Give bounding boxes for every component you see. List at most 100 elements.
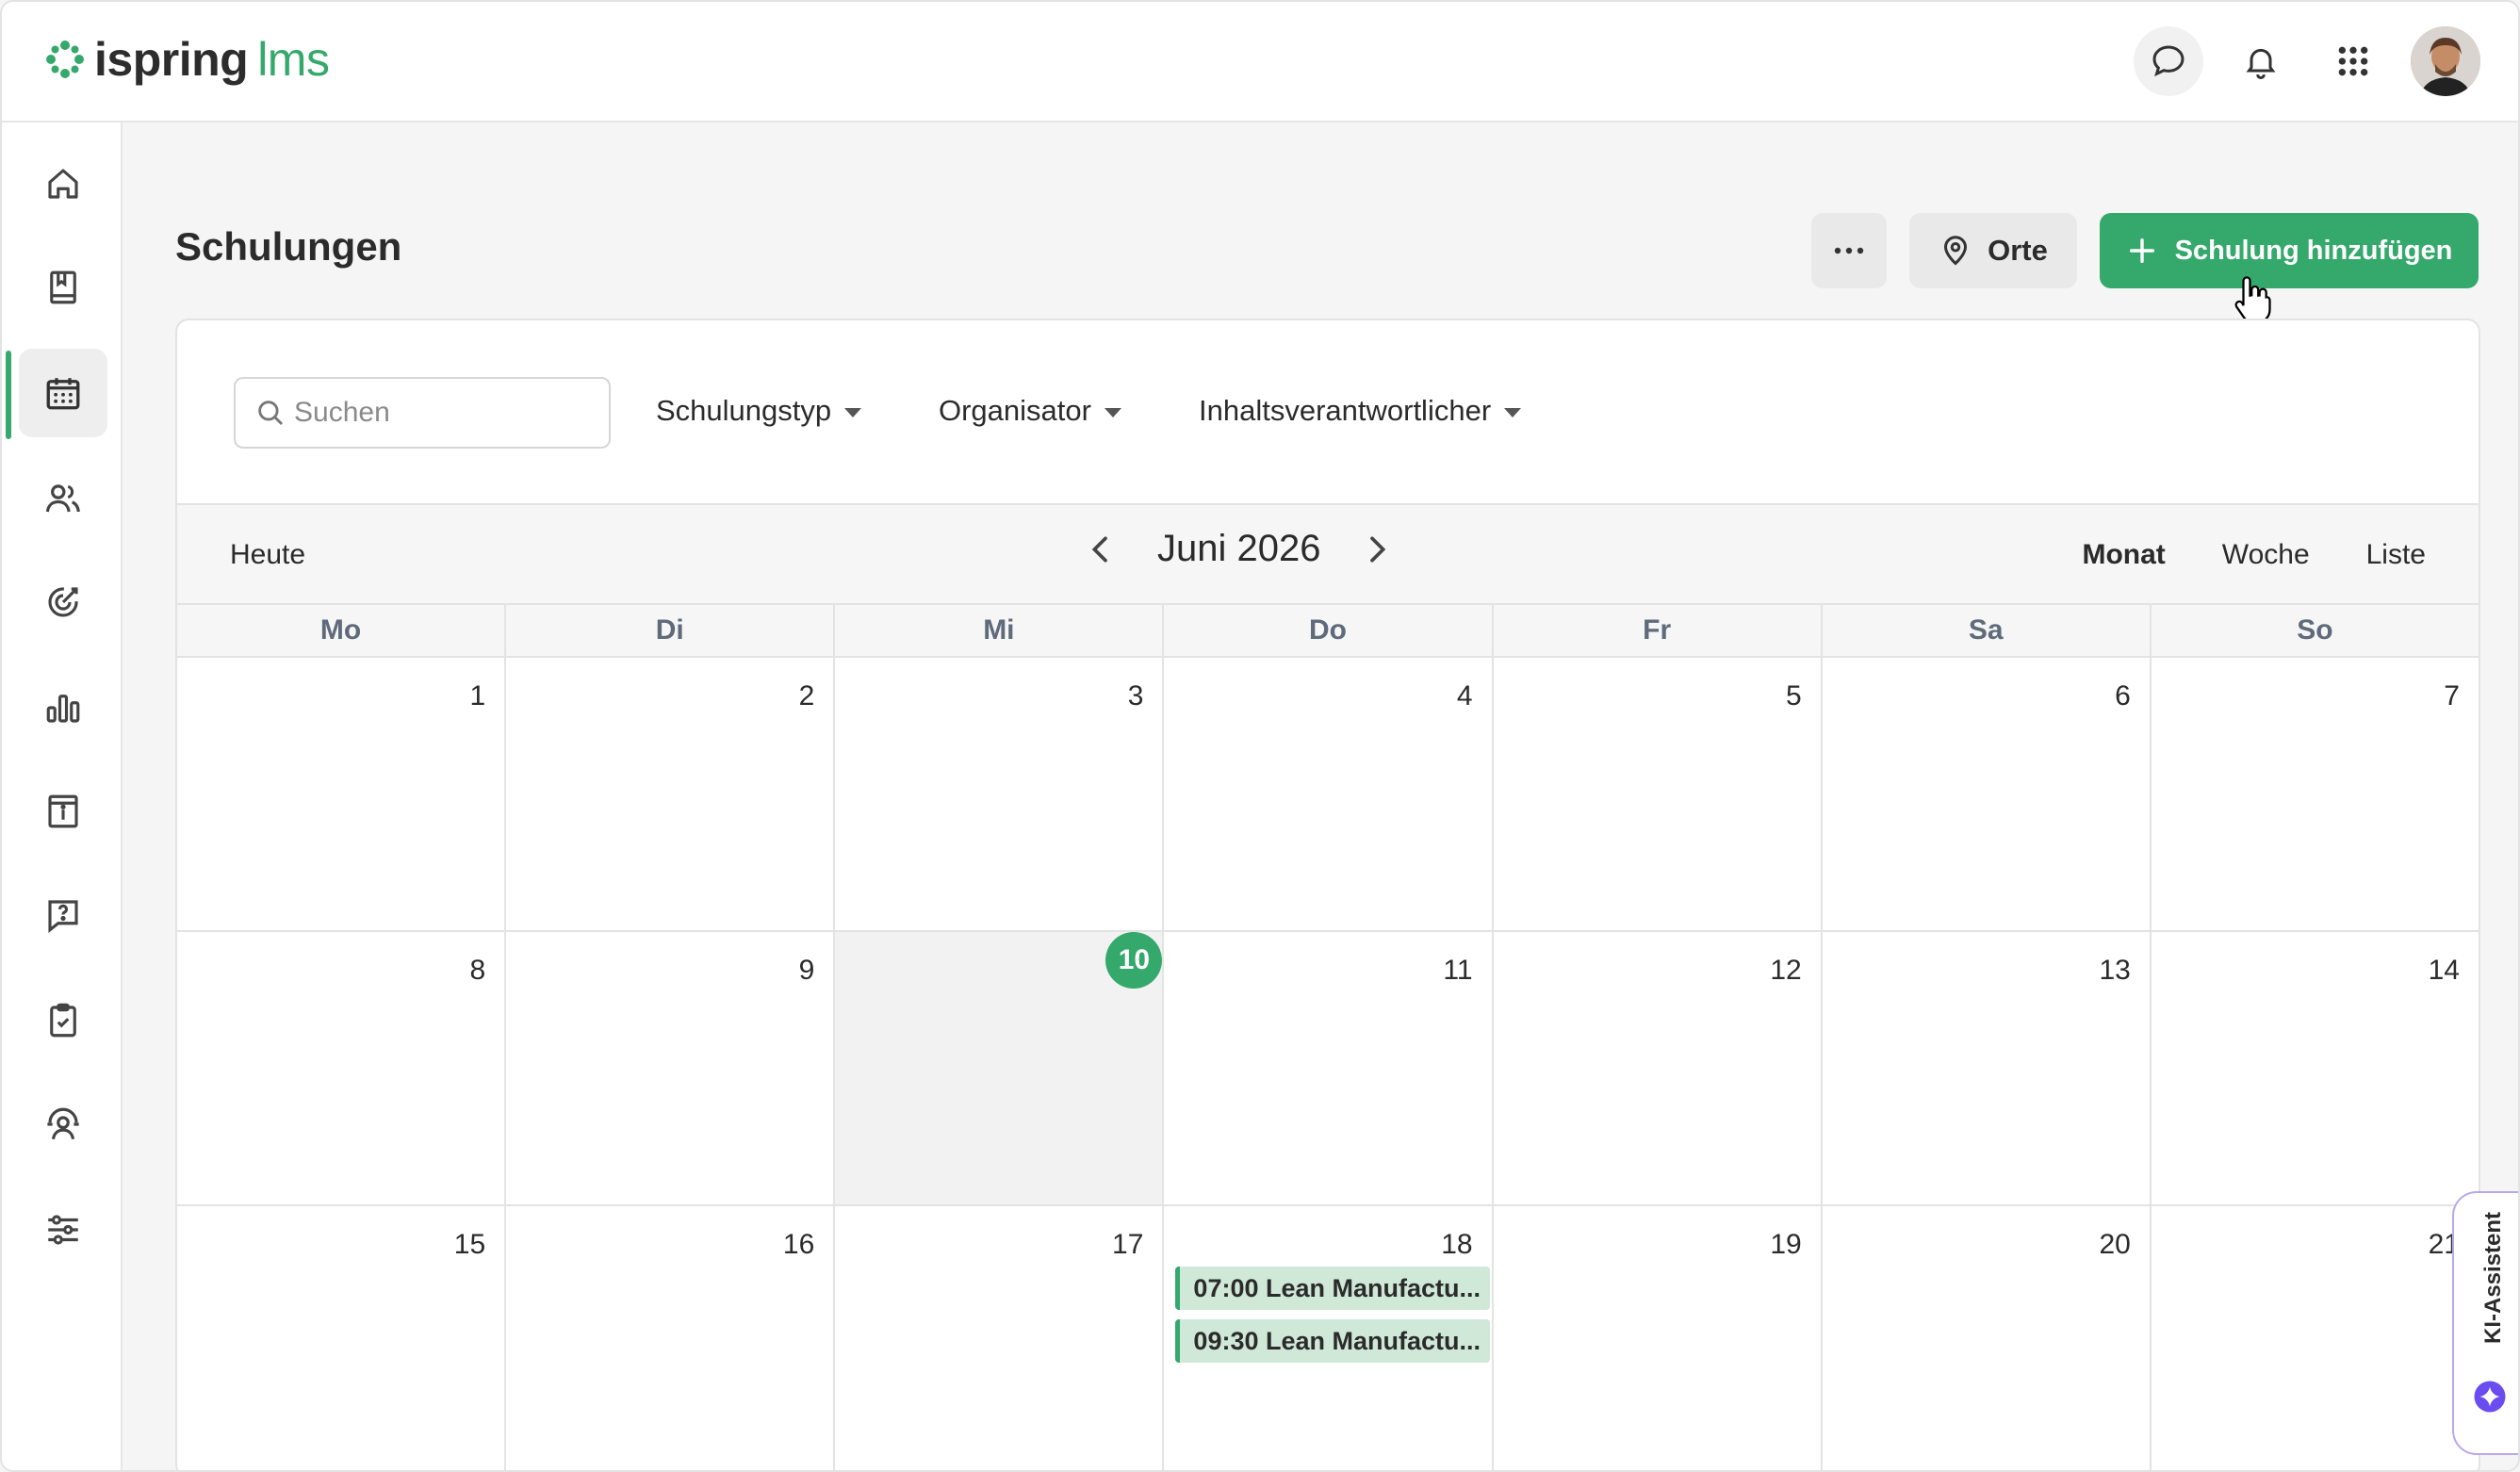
reports-chart-icon bbox=[46, 695, 80, 723]
sidebar-item-home[interactable] bbox=[19, 139, 107, 228]
weekday-so: So bbox=[2297, 614, 2333, 646]
calendar-day[interactable]: 1 bbox=[177, 658, 507, 930]
sidebar-item-info[interactable] bbox=[19, 767, 107, 856]
sidebar-item-reports[interactable] bbox=[19, 663, 107, 752]
filter-content-owner[interactable]: Inhaltsverantwortlicher bbox=[1199, 394, 1522, 428]
plus-icon bbox=[2129, 237, 2154, 264]
sidebar-item-help[interactable] bbox=[19, 871, 107, 959]
active-indicator bbox=[6, 351, 11, 439]
calendar-day[interactable]: 16 bbox=[506, 1206, 836, 1470]
search-box[interactable] bbox=[234, 377, 611, 449]
view-list[interactable]: Liste bbox=[2366, 539, 2426, 571]
brand-name: ispring bbox=[94, 33, 249, 86]
weekday-do: Do bbox=[1164, 605, 1494, 656]
calendar-event[interactable]: 07:00 Lean Manufactu... bbox=[1175, 1267, 1490, 1310]
month-navigation: Juni 2026 bbox=[1082, 528, 1396, 570]
next-month-button[interactable] bbox=[1358, 531, 1396, 568]
day-number: 20 bbox=[2099, 1229, 2131, 1260]
calendar-day[interactable]: 20 bbox=[1823, 1206, 2152, 1470]
today-button[interactable]: Heute bbox=[230, 539, 305, 571]
day-number: 2 bbox=[798, 680, 815, 711]
day-number: 15 bbox=[453, 1229, 486, 1260]
top-bar: ispring lms bbox=[2, 2, 2518, 123]
previous-month-button[interactable] bbox=[1082, 531, 1120, 568]
bell-icon bbox=[2246, 48, 2276, 79]
search-input[interactable] bbox=[294, 397, 596, 429]
user-avatar[interactable] bbox=[2411, 26, 2480, 96]
day-number: 18 bbox=[1441, 1229, 1473, 1260]
home-icon bbox=[48, 169, 78, 199]
filter-content-owner-label: Inhaltsverantwortlicher bbox=[1199, 394, 1492, 427]
calendar-day[interactable]: 15 bbox=[177, 1206, 507, 1470]
calendar-day[interactable]: 19 bbox=[1494, 1206, 1823, 1470]
calendar-week: 8 9 10 11 12 13 14 bbox=[177, 932, 2479, 1206]
calendar-day[interactable]: 6 bbox=[1823, 658, 2152, 930]
help-chat-icon bbox=[48, 900, 78, 934]
calendar-card: Schulungstyp Organisator Inhaltsverantwo… bbox=[175, 319, 2480, 1470]
view-week[interactable]: Woche bbox=[2222, 539, 2310, 571]
calendar-day-today[interactable]: 10 bbox=[835, 932, 1165, 1204]
sidebar-item-coaching[interactable] bbox=[19, 1080, 107, 1169]
sidebar-item-courses[interactable] bbox=[19, 243, 107, 332]
apps-grid-icon bbox=[2338, 46, 2368, 76]
calendar-day[interactable]: 2 bbox=[506, 658, 836, 930]
view-month[interactable]: Monat bbox=[2082, 539, 2165, 571]
calendar-day[interactable]: 9 bbox=[506, 932, 836, 1204]
page-title: Schulungen bbox=[175, 224, 402, 269]
sidebar-item-users[interactable] bbox=[19, 454, 107, 543]
chat-button[interactable] bbox=[2134, 26, 2203, 96]
more-options-button[interactable] bbox=[1811, 213, 1887, 288]
sidebar bbox=[2, 123, 123, 1470]
locations-button[interactable]: Orte bbox=[1909, 213, 2077, 288]
calendar-day[interactable]: 21 bbox=[2152, 1206, 2479, 1470]
sidebar-item-settings[interactable] bbox=[19, 1186, 107, 1274]
ai-assistant-tab[interactable]: KI-Assistent bbox=[2452, 1191, 2518, 1455]
chat-icon bbox=[2152, 45, 2185, 77]
sidebar-item-tasks[interactable] bbox=[19, 976, 107, 1065]
add-training-label: Schulung hinzufügen bbox=[2174, 235, 2453, 266]
add-training-button[interactable]: Schulung hinzufügen bbox=[2100, 213, 2479, 288]
calendar-day[interactable]: 11 bbox=[1164, 932, 1494, 1204]
filter-organizer[interactable]: Organisator bbox=[939, 394, 1121, 428]
avatar-image bbox=[2411, 26, 2480, 96]
calendar-day[interactable]: 12 bbox=[1494, 932, 1823, 1204]
weekday-header: Mo Di Mi Do Fr Sa So bbox=[177, 605, 2479, 658]
chevron-down-icon bbox=[844, 408, 862, 417]
day-number: 14 bbox=[2428, 955, 2460, 986]
calendar-day[interactable]: 14 bbox=[2152, 932, 2479, 1204]
sidebar-item-calendar[interactable] bbox=[19, 349, 107, 437]
calendar-day[interactable]: 13 bbox=[1823, 932, 2152, 1204]
users-icon bbox=[45, 484, 80, 513]
target-icon bbox=[48, 587, 78, 617]
calendar-day[interactable]: 17 bbox=[835, 1206, 1165, 1470]
calendar-day[interactable]: 8 bbox=[177, 932, 507, 1204]
calendar-day[interactable]: 18 07:00 Lean Manufactu... 09:30 Lean Ma… bbox=[1164, 1206, 1494, 1470]
calendar-day[interactable]: 4 bbox=[1164, 658, 1494, 930]
calendar-day[interactable]: 5 bbox=[1494, 658, 1823, 930]
calendar-week: 15 16 17 18 07:00 Lean Manufactu... 09:3… bbox=[177, 1206, 2479, 1470]
calendar-week: 1 2 3 4 5 6 7 bbox=[177, 658, 2479, 932]
day-number: 5 bbox=[1786, 680, 1802, 711]
day-number: 19 bbox=[1770, 1229, 1802, 1260]
day-number: 16 bbox=[782, 1229, 815, 1260]
sidebar-item-goals[interactable] bbox=[19, 558, 107, 646]
calendar-icon bbox=[46, 378, 80, 410]
day-number: 4 bbox=[1456, 680, 1473, 711]
calendar-event[interactable]: 09:30 Lean Manufactu... bbox=[1175, 1319, 1490, 1363]
calendar-day[interactable]: 3 bbox=[835, 658, 1165, 930]
calendar-day[interactable]: 7 bbox=[2152, 658, 2479, 930]
tasks-clipboard-icon bbox=[50, 1003, 76, 1038]
brand-logo[interactable]: ispring lms bbox=[43, 30, 330, 89]
chevron-down-icon bbox=[1104, 408, 1121, 417]
day-number: 17 bbox=[1112, 1229, 1144, 1260]
settings-sliders-icon bbox=[48, 1215, 78, 1245]
calendar-toolbar: Heute Juni 2026 Monat Woche Liste bbox=[177, 505, 2479, 605]
filter-organizer-label: Organisator bbox=[939, 394, 1091, 427]
ispring-logo-icon bbox=[46, 41, 84, 78]
month-label: Juni 2026 bbox=[1157, 528, 1321, 569]
map-pin-icon bbox=[1944, 236, 1968, 266]
apps-button[interactable] bbox=[2318, 26, 2388, 96]
more-dots-icon bbox=[1834, 247, 1864, 254]
filter-training-type[interactable]: Schulungstyp bbox=[656, 394, 862, 428]
notifications-button[interactable] bbox=[2226, 26, 2296, 96]
